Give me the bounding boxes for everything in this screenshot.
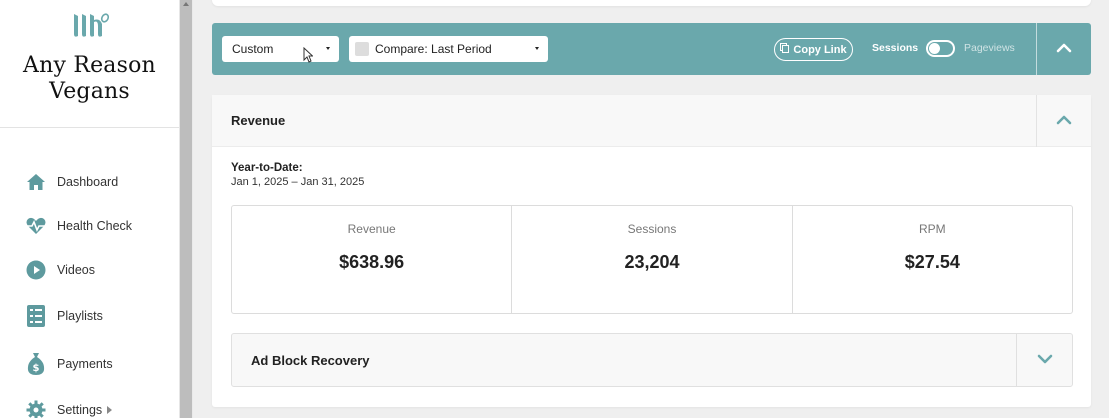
checklist-icon — [25, 305, 47, 327]
filter-bar: Custom Compare: Last Period Copy Link Se… — [212, 23, 1091, 75]
site-name-line1: Any Reason — [23, 53, 156, 78]
sidebar-item-label: Dashboard — [57, 175, 119, 189]
expand-ad-block-button[interactable] — [1017, 334, 1073, 386]
stat-value: 23,204 — [624, 252, 680, 272]
sessions-toggle-label[interactable]: Sessions — [872, 42, 918, 54]
sidebar-item-label: Payments — [57, 357, 113, 371]
stats-grid: Revenue $638.96 Sessions 23,204 RPM $27.… — [231, 205, 1073, 314]
ytd-date-range: Jan 1, 2025 – Jan 31, 2025 — [231, 176, 365, 188]
collapse-revenue-button[interactable] — [1037, 95, 1091, 147]
compare-checkbox[interactable] — [355, 42, 369, 56]
collapse-filter-button[interactable] — [1037, 23, 1091, 75]
gear-icon — [25, 399, 47, 418]
stat-label: RPM — [918, 222, 946, 236]
previous-card — [212, 0, 1091, 6]
revenue-panel-title: Revenue — [231, 113, 286, 128]
compare-select-value: Compare: Last Period — [375, 42, 492, 56]
caret-right-icon — [107, 406, 113, 414]
ad-block-recovery-title: Ad Block Recovery — [251, 353, 370, 368]
chevron-up-icon — [1056, 40, 1072, 58]
scrollbar-thumb[interactable] — [180, 0, 192, 418]
stat-value: $27.54 — [904, 252, 960, 272]
sidebar-item-videos[interactable]: Videos — [0, 248, 180, 292]
sidebar-nav: Dashboard Health Check Videos Playlists … — [0, 160, 180, 418]
sidebar-item-label: Videos — [57, 263, 95, 277]
sidebar-item-dashboard[interactable]: Dashboard — [0, 160, 180, 204]
copy-link-button[interactable]: Copy Link — [774, 38, 853, 61]
logo-area: Any Reason Vegans — [0, 0, 179, 128]
play-circle-icon — [25, 259, 47, 281]
dropdown-arrow-icon — [535, 47, 539, 50]
brand-logo-icon[interactable] — [70, 12, 110, 45]
revenue-panel: Revenue Year-to-Date: Jan 1, 2025 – Jan … — [212, 95, 1091, 407]
stat-label: Sessions — [627, 222, 677, 236]
pageviews-toggle-label[interactable]: Pageviews — [964, 42, 1015, 54]
scroll-up-arrow-icon[interactable] — [183, 2, 189, 6]
site-name-line2: Vegans — [49, 79, 130, 104]
sidebar-item-health-check[interactable]: Health Check — [0, 204, 180, 248]
home-icon — [25, 171, 47, 193]
stat-rpm: RPM $27.54 — [793, 206, 1072, 313]
sessions-pageviews-toggle[interactable] — [926, 40, 955, 57]
sidebar-item-payments[interactable]: $ Payments — [0, 340, 180, 388]
sidebar-item-label: Playlists — [57, 309, 103, 323]
heart-pulse-icon — [25, 215, 47, 237]
sidebar-item-label: Settings — [57, 403, 103, 417]
chevron-up-icon — [1056, 112, 1072, 130]
site-name: Any Reason Vegans — [0, 53, 179, 105]
stat-sessions: Sessions 23,204 — [512, 206, 793, 313]
stat-revenue: Revenue $638.96 — [232, 206, 513, 313]
sidebar-item-playlists[interactable]: Playlists — [0, 292, 180, 340]
stat-label: Revenue — [347, 222, 396, 236]
toggle-knob — [929, 43, 940, 54]
ad-block-recovery-panel[interactable]: Ad Block Recovery — [231, 333, 1073, 387]
svg-text:$: $ — [33, 363, 40, 374]
money-bag-icon: $ — [25, 353, 47, 375]
dropdown-arrow-icon — [326, 47, 330, 50]
chevron-down-icon — [1037, 351, 1053, 369]
date-range-select[interactable]: Custom — [222, 36, 339, 62]
ytd-label: Year-to-Date: — [231, 162, 303, 174]
stat-value: $638.96 — [339, 252, 405, 272]
revenue-panel-header[interactable]: Revenue — [212, 95, 1091, 147]
copy-icon — [780, 43, 790, 56]
date-range-select-value: Custom — [232, 42, 274, 56]
sidebar-item-label: Health Check — [57, 219, 133, 233]
sidebar: Any Reason Vegans Dashboard Health Check… — [0, 0, 180, 418]
copy-link-label: Copy Link — [793, 43, 847, 56]
mouse-cursor-icon — [303, 46, 314, 68]
compare-select[interactable]: Compare: Last Period — [349, 36, 548, 62]
sidebar-item-settings[interactable]: Settings — [0, 388, 180, 418]
